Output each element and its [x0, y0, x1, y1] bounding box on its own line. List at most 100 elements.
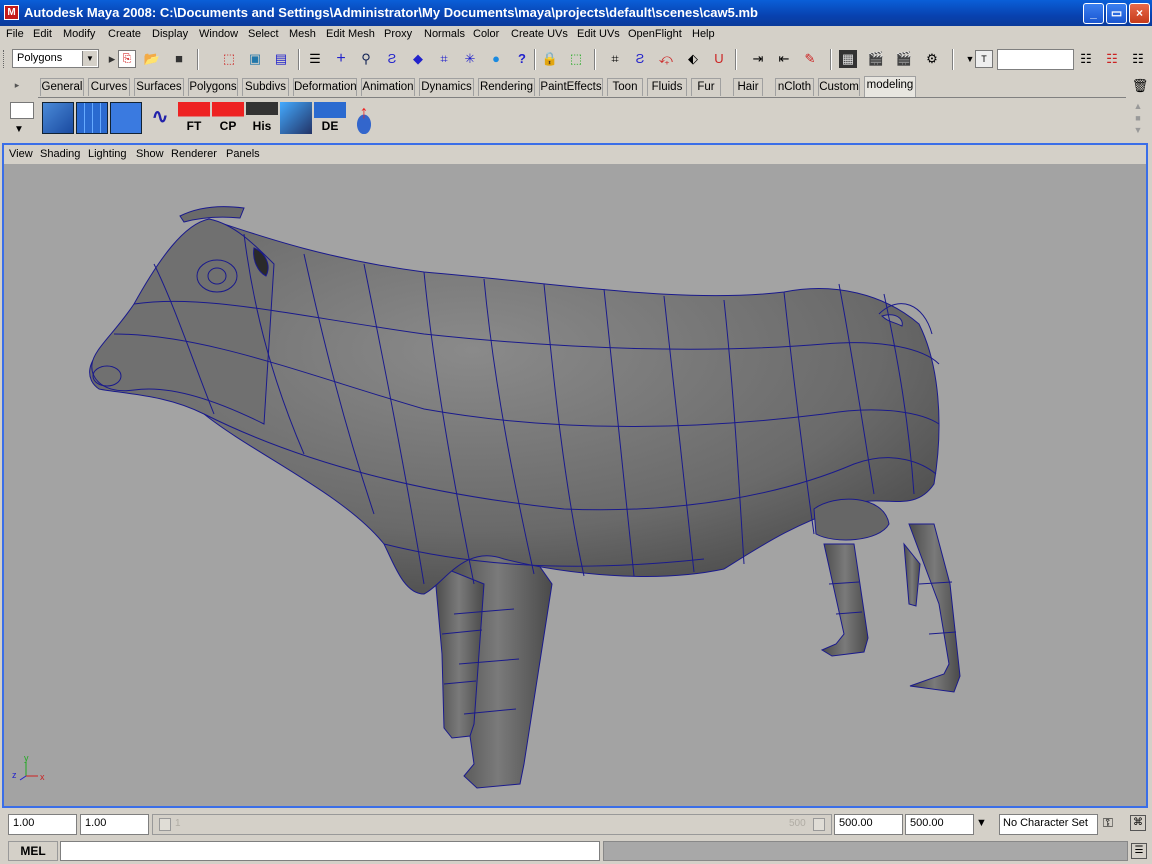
trash-icon[interactable]: 🗑	[1131, 77, 1149, 95]
move-up-icon[interactable]: ↑	[348, 102, 380, 134]
shelf-tab-painteffects[interactable]: PaintEffects	[539, 78, 603, 96]
3d-viewport[interactable]: y x z	[4, 164, 1146, 806]
select-curves-icon[interactable]: Ƨ	[383, 50, 401, 68]
script-language-button[interactable]: MEL	[8, 841, 58, 861]
animation-prefs-icon[interactable]: ⌘	[1130, 815, 1146, 831]
shelf-tab-polygons[interactable]: Polygons	[188, 78, 238, 96]
shelf-button-cp[interactable]: CP	[212, 102, 244, 134]
cv-curve-icon[interactable]: ∿	[144, 102, 176, 134]
lock-selection-icon[interactable]: 🔒	[541, 50, 559, 68]
render-current-frame-icon[interactable]: 🎬	[867, 50, 885, 68]
menu-file[interactable]: File	[6, 28, 24, 40]
menu-create-uvs[interactable]: Create UVs	[511, 28, 568, 40]
input-field-mode-icon[interactable]: T	[975, 50, 993, 68]
shelf-tab-ncloth[interactable]: nCloth	[775, 78, 814, 96]
menu-openflight[interactable]: OpenFlight	[628, 28, 682, 40]
character-set-field[interactable]: No Character Set	[999, 814, 1098, 835]
shelf-tab-animation[interactable]: Animation	[361, 78, 415, 96]
select-tool-icon[interactable]	[110, 102, 142, 134]
attribute-editor-icon[interactable]: ☷	[1103, 50, 1121, 68]
select-deformations-icon[interactable]: ⌗	[435, 50, 453, 68]
menu-select[interactable]: Select	[248, 28, 279, 40]
menu-modify[interactable]: Modify	[63, 28, 95, 40]
shelf-tab-curves[interactable]: Curves	[88, 78, 130, 96]
tool-settings-icon[interactable]: ☷	[1129, 50, 1147, 68]
poly-plane-icon[interactable]	[76, 102, 108, 134]
select-misc-icon[interactable]: ?	[513, 50, 531, 68]
chevron-down-icon[interactable]: ▼	[14, 124, 24, 135]
panel-menu-lighting[interactable]: Lighting	[88, 148, 127, 160]
menu-set-dropdown[interactable]: Polygons ▼	[12, 49, 99, 68]
menu-display[interactable]: Display	[152, 28, 188, 40]
shelf-button-ft[interactable]: FT	[178, 102, 210, 134]
shelf-tab-selector[interactable]	[10, 102, 34, 119]
start-time-field[interactable]: 1.00	[8, 814, 77, 835]
minimize-button[interactable]: _	[1083, 3, 1104, 24]
command-input[interactable]	[60, 841, 600, 861]
shelf-scroll-arrows[interactable]: ▲ ■ ▼	[1130, 100, 1146, 136]
shelf-tab-custom[interactable]: Custom	[818, 78, 860, 96]
render-view-icon[interactable]: ▦	[839, 50, 857, 68]
snap-curve-icon[interactable]: Ƨ	[631, 50, 649, 68]
panel-menu-show[interactable]: Show	[136, 148, 164, 160]
shelf-tab-fluids[interactable]: Fluids	[647, 78, 687, 96]
shelf-tab-hair[interactable]: Hair	[733, 78, 763, 96]
menu-edit-uvs[interactable]: Edit UVs	[577, 28, 620, 40]
menu-help[interactable]: Help	[692, 28, 715, 40]
save-scene-icon[interactable]: ■	[170, 50, 188, 68]
range-slider[interactable]: 1 500	[152, 814, 832, 835]
chevron-down-icon[interactable]: ▼	[976, 817, 987, 829]
shelf-tab-subdivs[interactable]: Subdivs	[242, 78, 289, 96]
range-slider-start-handle[interactable]	[159, 818, 171, 831]
poly-cube-icon[interactable]	[42, 102, 74, 134]
menu-proxy[interactable]: Proxy	[384, 28, 412, 40]
panel-menu-shading[interactable]: Shading	[40, 148, 80, 160]
quick-selection-field[interactable]	[997, 49, 1074, 70]
playback-start-field[interactable]: 1.00	[80, 814, 149, 835]
input-ops-icon[interactable]: ⇥	[749, 50, 767, 68]
panel-menu-panels[interactable]: Panels	[226, 148, 260, 160]
menu-edit[interactable]: Edit	[33, 28, 52, 40]
select-by-component-icon[interactable]: ▤	[272, 50, 290, 68]
snap-grid-icon[interactable]: ⌗	[606, 50, 624, 68]
shelf-tab-surfaces[interactable]: Surfaces	[134, 78, 184, 96]
shelf-tab-dynamics[interactable]: Dynamics	[419, 78, 474, 96]
select-by-object-icon[interactable]: ▣	[246, 50, 264, 68]
uv-editor-icon[interactable]	[280, 102, 312, 134]
shelf-tab-deformation[interactable]: Deformation	[293, 78, 357, 96]
open-scene-icon[interactable]: 📂	[143, 50, 161, 68]
key-icon[interactable]: ⚿	[1103, 815, 1113, 831]
shelf-tab-rendering[interactable]: Rendering	[478, 78, 535, 96]
close-button[interactable]: ×	[1129, 3, 1150, 24]
select-dynamics-icon[interactable]: ✳	[461, 50, 479, 68]
select-joints-icon[interactable]: ⚲	[357, 50, 375, 68]
shelf-tab-toon[interactable]: Toon	[607, 78, 643, 96]
shelf-button-de[interactable]: DE	[314, 102, 346, 134]
shelf-menu-arrow-icon[interactable]: ▸	[8, 76, 26, 94]
shelf-tab-modeling[interactable]: modeling	[864, 76, 916, 97]
menu-color[interactable]: Color	[473, 28, 499, 40]
select-handles-icon[interactable]: +	[332, 50, 350, 68]
panel-menu-view[interactable]: View	[9, 148, 33, 160]
menu-edit-mesh[interactable]: Edit Mesh	[326, 28, 375, 40]
make-live-icon[interactable]: U	[710, 50, 728, 68]
channel-box-icon[interactable]: ☷	[1077, 50, 1095, 68]
range-slider-end-handle[interactable]	[813, 818, 825, 831]
ipr-render-icon[interactable]: 🎬	[895, 50, 913, 68]
menu-window[interactable]: Window	[199, 28, 238, 40]
maximize-button[interactable]: ▭	[1106, 3, 1127, 24]
snap-point-icon[interactable]: ⤽	[657, 50, 675, 68]
new-scene-icon[interactable]: ⎘	[118, 50, 136, 68]
highlight-selection-icon[interactable]: ⬚	[567, 50, 585, 68]
select-surfaces-icon[interactable]: ◆	[409, 50, 427, 68]
menu-create[interactable]: Create	[108, 28, 141, 40]
output-ops-icon[interactable]: ⇤	[775, 50, 793, 68]
panel-menu-renderer[interactable]: Renderer	[171, 148, 217, 160]
script-editor-icon[interactable]: ☰	[1131, 843, 1147, 859]
construction-history-icon[interactable]: ✎	[801, 50, 819, 68]
shelf-button-his[interactable]: His	[246, 102, 278, 134]
playback-end-field[interactable]: 500.00	[834, 814, 903, 835]
select-by-hierarchy-icon[interactable]: ⬚	[220, 50, 238, 68]
mask-menu-icon[interactable]: ☰	[306, 50, 324, 68]
menu-normals[interactable]: Normals	[424, 28, 465, 40]
